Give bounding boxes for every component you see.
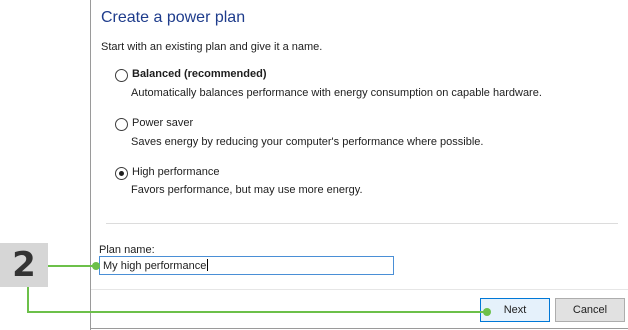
callout-line-next — [27, 311, 487, 313]
option-description: Saves energy by reducing your computer's… — [131, 136, 484, 148]
radio-button-selected[interactable] — [115, 167, 128, 180]
footer-separator — [91, 289, 628, 290]
page-subtitle: Start with an existing plan and give it … — [101, 41, 323, 53]
callout-line-input — [48, 265, 94, 267]
callout-dot-next — [483, 308, 491, 316]
option-description: Automatically balances performance with … — [131, 87, 542, 99]
cancel-button[interactable]: Cancel — [555, 298, 625, 322]
plan-name-input[interactable]: My high performance — [99, 256, 394, 275]
callout-dot-input — [92, 262, 100, 270]
radio-button[interactable] — [115, 118, 128, 131]
step-badge: 2 — [0, 243, 48, 287]
radio-button[interactable] — [115, 69, 128, 82]
step-number: 2 — [12, 245, 36, 285]
plan-name-value: My high performance — [103, 259, 209, 272]
plan-name-label: Plan name: — [99, 244, 155, 256]
option-label: Balanced (recommended) — [132, 68, 267, 80]
option-label: Power saver — [132, 117, 194, 129]
option-label: High performance — [132, 166, 220, 178]
text-caret — [207, 259, 209, 271]
divider — [106, 223, 618, 224]
callout-line-vertical — [27, 287, 29, 312]
option-description: Favors performance, but may use more ene… — [131, 184, 363, 196]
page-title: Create a power plan — [101, 9, 246, 26]
dialog-border — [90, 328, 628, 329]
